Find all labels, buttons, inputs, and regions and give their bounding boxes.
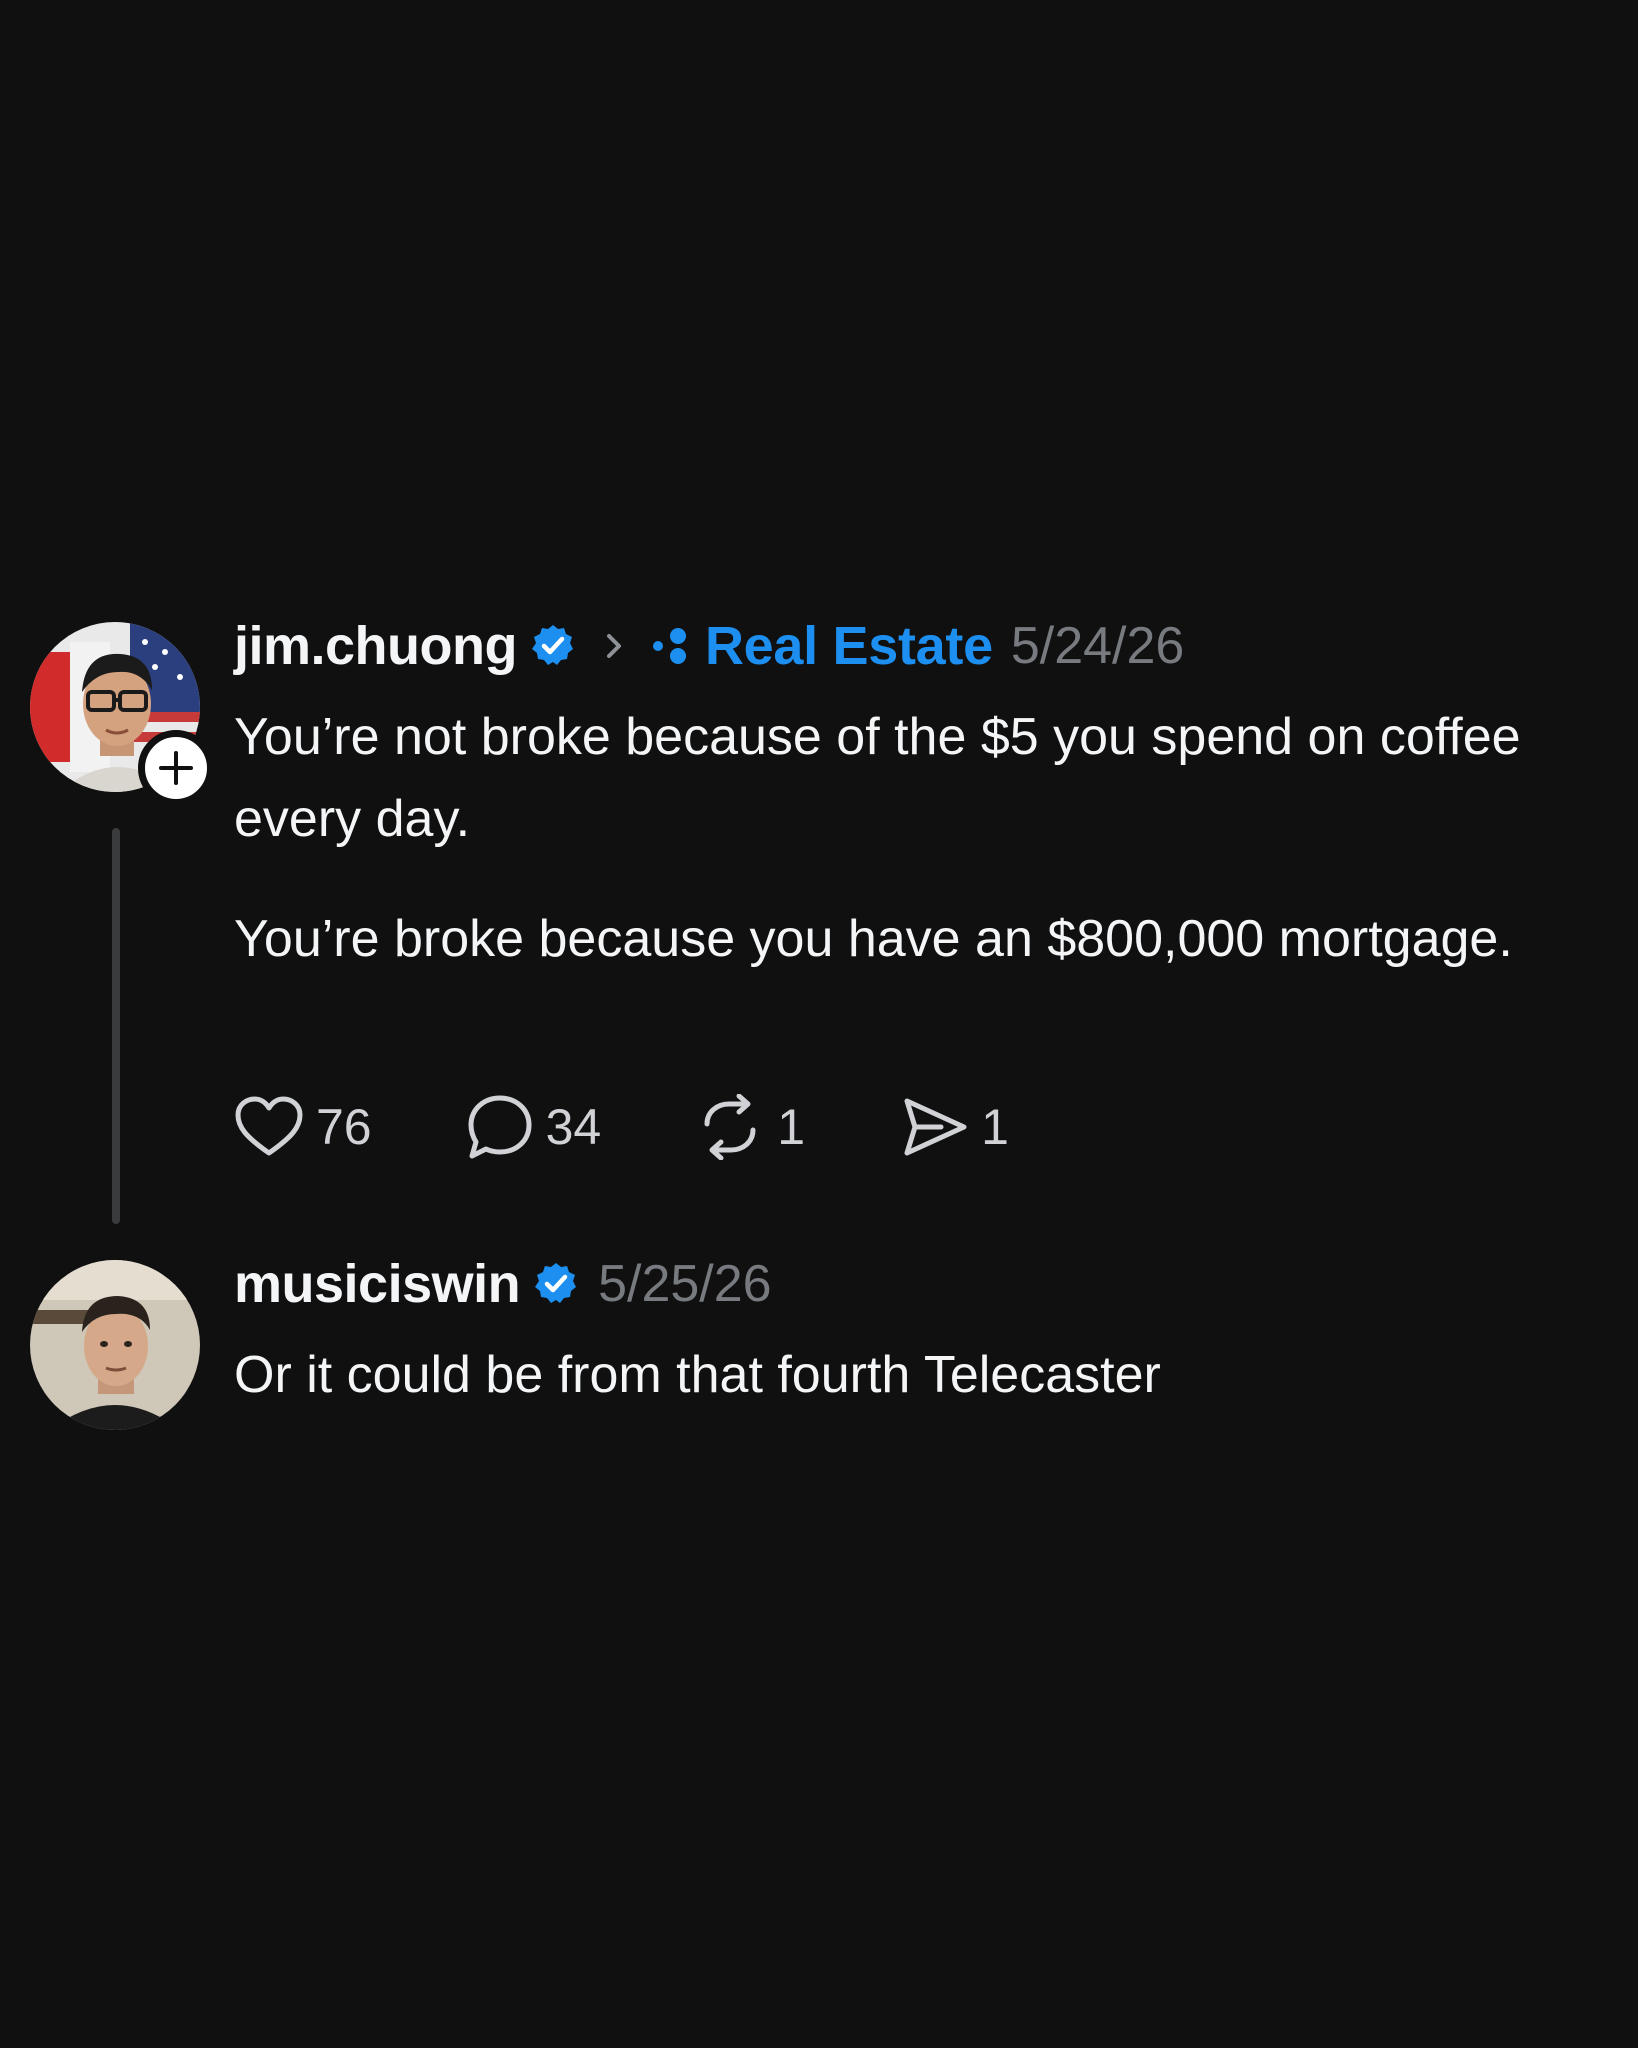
repost-button[interactable]: 1 — [695, 1094, 805, 1160]
reply-date: 5/25/26 — [598, 1255, 772, 1313]
chevron-right-icon — [606, 634, 621, 658]
comment-button[interactable]: 34 — [466, 1093, 602, 1161]
reply-avatar[interactable] — [30, 1260, 200, 1430]
verified-badge-icon — [531, 625, 573, 665]
post-header: jim.chuong Real Estate 5/24/26 — [234, 614, 1184, 678]
heart-icon — [235, 1096, 303, 1156]
verified-badge-icon — [535, 1263, 577, 1303]
share-icon — [904, 1098, 967, 1156]
reply-header: musiciswin 5/25/26 — [234, 1252, 772, 1316]
comment-count: 34 — [545, 1099, 602, 1155]
post-actions: 76 34 1 1 — [234, 1090, 1009, 1164]
reply-text: Or it could be from that fourth Telecast… — [234, 1346, 1161, 1404]
post-username[interactable]: jim.chuong — [234, 615, 517, 677]
like-button[interactable]: 76 — [234, 1095, 372, 1159]
topic-icon — [652, 628, 686, 664]
plus-icon — [159, 751, 193, 785]
follow-button[interactable] — [138, 730, 214, 806]
repost-icon — [704, 1094, 756, 1160]
thread-line — [112, 828, 120, 1224]
like-count: 76 — [316, 1099, 372, 1155]
reply-username[interactable]: musiciswin — [234, 1253, 521, 1315]
post-paragraph-2: You’re broke because you have an $800,00… — [234, 910, 1513, 968]
topic-link[interactable]: Real Estate — [705, 615, 993, 677]
post-paragraph-1: You’re not broke because of the $5 you s… — [234, 708, 1521, 848]
repost-count: 1 — [777, 1099, 806, 1155]
share-button[interactable]: 1 — [901, 1095, 1009, 1159]
share-count: 1 — [981, 1099, 1009, 1155]
post-date: 5/24/26 — [1010, 617, 1185, 675]
comment-icon — [468, 1095, 532, 1159]
